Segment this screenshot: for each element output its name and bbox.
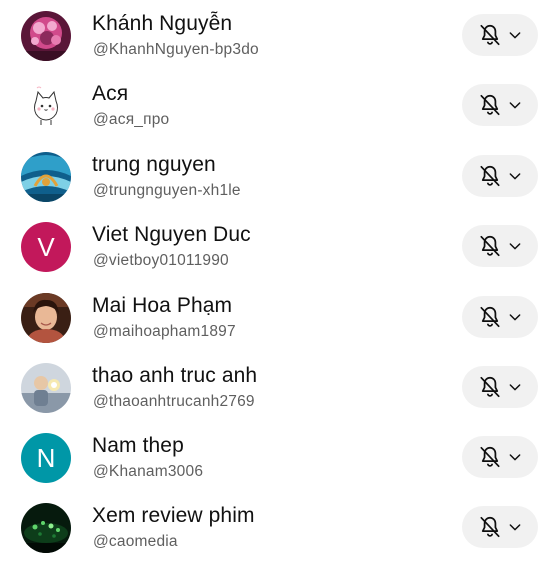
- channel-handle: @Khanam3006: [93, 463, 204, 480]
- channel-handle: @caomedia: [93, 533, 178, 550]
- channel-avatar[interactable]: [21, 152, 71, 202]
- notification-settings-button[interactable]: [462, 506, 538, 548]
- avatar-photo: [21, 152, 71, 202]
- channel-name[interactable]: trung nguyen: [92, 153, 216, 177]
- chevron-down-icon: [509, 454, 521, 461]
- bell-off-icon: [480, 306, 500, 328]
- channel-avatar[interactable]: N: [21, 433, 71, 483]
- avatar-letter: N: [36, 442, 56, 473]
- channel-name[interactable]: Mai Hoa Phạm: [92, 294, 232, 318]
- avatar-cartoon-cat: [21, 81, 71, 131]
- avatar-photo: [21, 293, 71, 343]
- channel-row[interactable]: Khánh Nguyễn @KhanhNguyen-bp3do: [0, 0, 560, 70]
- channel-handle: @maihoapham1897: [93, 323, 236, 340]
- channel-handle: @ася_про: [93, 111, 170, 128]
- chevron-down-icon: [509, 524, 521, 531]
- notification-settings-button[interactable]: [462, 155, 538, 197]
- channel-avatar[interactable]: [21, 293, 71, 343]
- channel-avatar[interactable]: [21, 363, 71, 413]
- channel-handle: @vietboy01011990: [93, 252, 229, 269]
- notification-settings-button[interactable]: [462, 225, 538, 267]
- channel-name[interactable]: Nam thep: [92, 434, 184, 458]
- chevron-down-icon: [509, 173, 521, 180]
- bell-off-icon: [480, 165, 500, 187]
- chevron-down-icon: [509, 314, 521, 321]
- channel-row[interactable]: V Viet Nguyen Duc @vietboy01011990: [0, 211, 560, 281]
- bell-off-icon: [480, 516, 500, 538]
- channel-name[interactable]: Khánh Nguyễn: [92, 12, 232, 36]
- channel-name[interactable]: thao anh truc anh: [92, 364, 257, 388]
- avatar-photo: [21, 11, 71, 61]
- channel-handle: @thaoanhtrucanh2769: [93, 393, 255, 410]
- channel-handle: @trungnguyen-xh1le: [93, 182, 241, 199]
- channel-avatar[interactable]: V: [21, 222, 71, 272]
- bell-off-icon: [480, 376, 500, 398]
- chevron-down-icon: [509, 384, 521, 391]
- channel-row[interactable]: trung nguyen @trungnguyen-xh1le: [0, 141, 560, 211]
- bell-off-icon: [480, 235, 500, 257]
- channel-name[interactable]: Viet Nguyen Duc: [92, 223, 251, 247]
- channel-row[interactable]: N Nam thep @Khanam3006: [0, 422, 560, 492]
- channel-name[interactable]: Xem review phim: [92, 504, 255, 528]
- bell-off-icon: [480, 94, 500, 116]
- avatar-letter: V: [37, 231, 55, 262]
- bell-off-icon: [480, 446, 500, 468]
- notification-settings-button[interactable]: [462, 84, 538, 126]
- bell-off-icon: [480, 24, 500, 46]
- channel-row[interactable]: Mai Hoa Phạm @maihoapham1897: [0, 282, 560, 352]
- notification-settings-button[interactable]: [462, 366, 538, 408]
- channel-avatar[interactable]: [21, 11, 71, 61]
- channel-row[interactable]: Xem review phim @caomedia: [0, 492, 560, 562]
- channel-name[interactable]: Ася: [92, 82, 128, 106]
- channel-row[interactable]: thao anh truc anh @thaoanhtrucanh2769: [0, 352, 560, 422]
- avatar-photo: [21, 363, 71, 413]
- channel-handle: @KhanhNguyen-bp3do: [93, 41, 259, 58]
- chevron-down-icon: [509, 243, 521, 250]
- notification-settings-button[interactable]: [462, 436, 538, 478]
- channel-row[interactable]: Ася @ася_про: [0, 70, 560, 140]
- chevron-down-icon: [509, 32, 521, 39]
- channel-avatar[interactable]: [21, 503, 71, 553]
- chevron-down-icon: [509, 102, 521, 109]
- notification-settings-button[interactable]: [462, 296, 538, 338]
- channel-avatar[interactable]: [21, 81, 71, 131]
- notification-settings-button[interactable]: [462, 14, 538, 56]
- avatar-photo: [21, 503, 71, 553]
